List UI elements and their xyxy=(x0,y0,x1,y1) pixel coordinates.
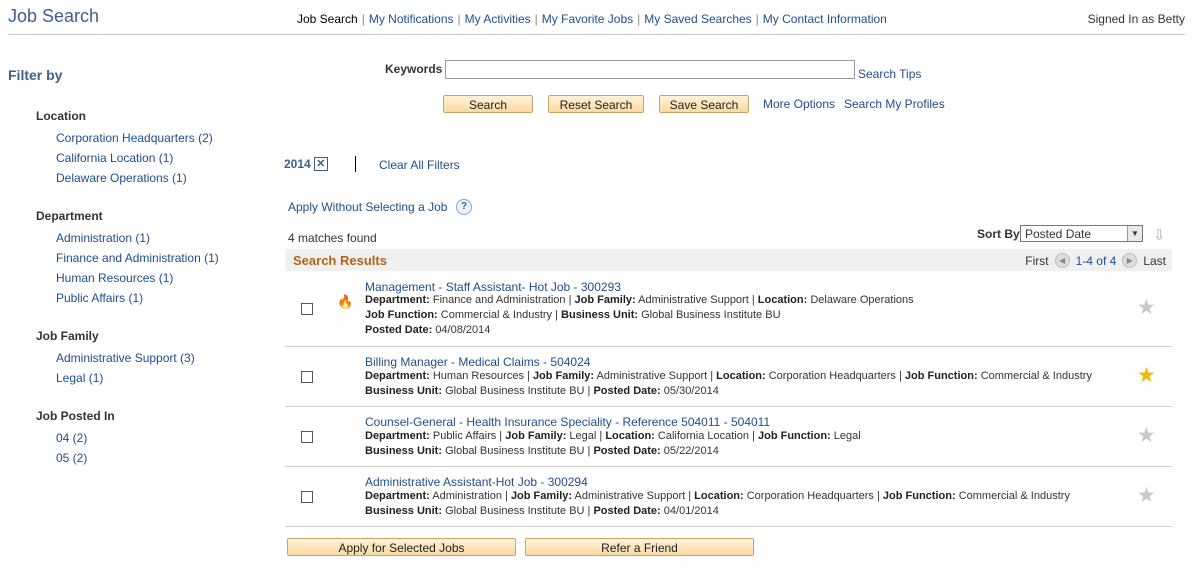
next-page-icon[interactable]: ▶ xyxy=(1122,253,1138,268)
facet-item-05[interactable]: 05 (2) xyxy=(56,451,87,465)
facet-job-family: Job Family Administrative Support (3) Le… xyxy=(36,329,195,388)
help-icon[interactable]: ? xyxy=(456,199,472,215)
favorite-star-icon[interactable]: ★ xyxy=(1137,485,1156,506)
job-title-link[interactable]: Management - Staff Assistant- Hot Job - … xyxy=(365,280,621,294)
facet-job-posted-in: Job Posted In 04 (2) 05 (2) xyxy=(36,409,115,468)
select-job-checkbox[interactable] xyxy=(301,303,313,315)
favorite-star-icon[interactable]: ★ xyxy=(1137,365,1156,386)
active-filter-chip: 2014 ✕ xyxy=(284,157,328,171)
refer-a-friend-button[interactable]: Refer a Friend xyxy=(525,538,754,556)
search-tips-link[interactable]: Search Tips xyxy=(858,67,921,81)
dropdown-arrow-icon[interactable]: ▼ xyxy=(1127,226,1142,241)
job-title-link[interactable]: Administrative Assistant-Hot Job - 30029… xyxy=(365,475,588,489)
nav-separator: | xyxy=(361,12,365,26)
facet-item-human-resources[interactable]: Human Resources (1) xyxy=(56,271,173,285)
results-grid-header: Search Results First ◀ 1-4 of 4 ▶ Last xyxy=(285,249,1172,271)
job-row: Counsel-General - Health Insurance Speci… xyxy=(285,407,1172,467)
job-title-link[interactable]: Billing Manager - Medical Claims - 50402… xyxy=(365,355,590,369)
search-results-title: Search Results xyxy=(293,253,387,268)
pager-first[interactable]: First xyxy=(1025,254,1048,268)
hot-job-icon: 🔥 xyxy=(337,294,354,309)
save-search-button[interactable]: Save Search xyxy=(659,95,749,113)
signed-in-status: Signed In as Betty xyxy=(1087,12,1185,26)
facet-item-delaware-operations[interactable]: Delaware Operations (1) xyxy=(56,171,187,185)
search-button[interactable]: Search xyxy=(443,95,533,113)
facet-item-04[interactable]: 04 (2) xyxy=(56,431,87,445)
prev-page-icon[interactable]: ◀ xyxy=(1054,253,1070,268)
select-job-checkbox[interactable] xyxy=(301,371,313,383)
facet-item-administrative-support[interactable]: Administrative Support (3) xyxy=(56,351,195,365)
header-divider xyxy=(8,34,1185,35)
filter-by-title: Filter by xyxy=(8,67,63,83)
favorite-star-icon[interactable]: ★ xyxy=(1137,425,1156,446)
facet-item-public-affairs[interactable]: Public Affairs (1) xyxy=(56,291,143,305)
keywords-input[interactable] xyxy=(445,60,855,79)
sort-by-select[interactable]: Posted Date ▼ xyxy=(1020,225,1143,242)
pager-count: 1-4 of 4 xyxy=(1075,253,1117,268)
keywords-label: Keywords xyxy=(385,62,443,76)
nav-my-contact-information[interactable]: My Contact Information xyxy=(763,12,887,26)
apply-for-selected-jobs-button[interactable]: Apply for Selected Jobs xyxy=(287,538,516,556)
select-job-checkbox[interactable] xyxy=(301,431,313,443)
nav-my-activities[interactable]: My Activities xyxy=(465,12,531,26)
nav-my-saved-searches[interactable]: My Saved Searches xyxy=(644,12,751,26)
facet-item-finance-and-administration[interactable]: Finance and Administration (1) xyxy=(56,251,219,265)
facet-item-california-location[interactable]: California Location (1) xyxy=(56,151,173,165)
matches-count: 4 matches found xyxy=(288,231,377,245)
facet-heading: Location xyxy=(36,109,86,123)
job-row: 🔥 Management - Staff Assistant- Hot Job … xyxy=(285,271,1172,347)
facet-heading: Job Posted In xyxy=(36,409,115,423)
nav-my-favorite-jobs[interactable]: My Favorite Jobs xyxy=(542,12,633,26)
facet-location: Location Corporation Headquarters (2) Ca… xyxy=(36,109,213,188)
active-filter-label: 2014 xyxy=(284,157,311,171)
sort-direction-icon[interactable]: ⇩ xyxy=(1153,226,1166,244)
job-details: Department: Finance and Administration |… xyxy=(365,294,914,336)
more-options-link[interactable]: More Options xyxy=(763,97,835,111)
sort-by-value: Posted Date xyxy=(1025,227,1092,241)
facet-heading: Job Family xyxy=(36,329,99,343)
pager-last[interactable]: Last xyxy=(1143,254,1166,268)
job-title-link[interactable]: Counsel-General - Health Insurance Speci… xyxy=(365,415,770,429)
facet-heading: Department xyxy=(36,209,103,223)
filter-divider xyxy=(355,156,356,172)
apply-without-selecting-link[interactable]: Apply Without Selecting a Job xyxy=(288,200,447,214)
reset-search-button[interactable]: Reset Search xyxy=(548,95,644,113)
sort-by-label: Sort By xyxy=(977,227,1020,241)
nav-separator: | xyxy=(755,12,759,26)
job-row: Billing Manager - Medical Claims - 50402… xyxy=(285,347,1172,407)
pager: First ◀ 1-4 of 4 ▶ Last xyxy=(1025,253,1166,268)
nav-job-search[interactable]: Job Search xyxy=(297,12,358,26)
app-title: Job Search xyxy=(8,6,100,26)
nav-my-notifications[interactable]: My Notifications xyxy=(369,12,454,26)
remove-filter-icon[interactable]: ✕ xyxy=(313,157,328,171)
nav-separator: | xyxy=(637,12,641,26)
nav-separator: | xyxy=(534,12,538,26)
job-details: Department: Administration | Job Family:… xyxy=(365,490,1070,517)
facet-department: Department Administration (1) Finance an… xyxy=(36,209,219,308)
job-details: Department: Human Resources | Job Family… xyxy=(365,370,1092,397)
nav-separator: | xyxy=(457,12,461,26)
favorite-star-icon[interactable]: ★ xyxy=(1137,297,1156,318)
job-details: Department: Public Affairs | Job Family:… xyxy=(365,430,861,457)
facet-item-legal[interactable]: Legal (1) xyxy=(56,371,103,385)
select-job-checkbox[interactable] xyxy=(301,491,313,503)
facet-item-administration[interactable]: Administration (1) xyxy=(56,231,150,245)
facet-item-corporation-headquarters[interactable]: Corporation Headquarters (2) xyxy=(56,131,213,145)
search-my-profiles-link[interactable]: Search My Profiles xyxy=(844,97,945,111)
clear-all-filters-link[interactable]: Clear All Filters xyxy=(379,158,460,172)
job-row: Administrative Assistant-Hot Job - 30029… xyxy=(285,467,1172,527)
top-navigation: Job Search | My Notifications | My Activitie… xyxy=(297,12,887,26)
